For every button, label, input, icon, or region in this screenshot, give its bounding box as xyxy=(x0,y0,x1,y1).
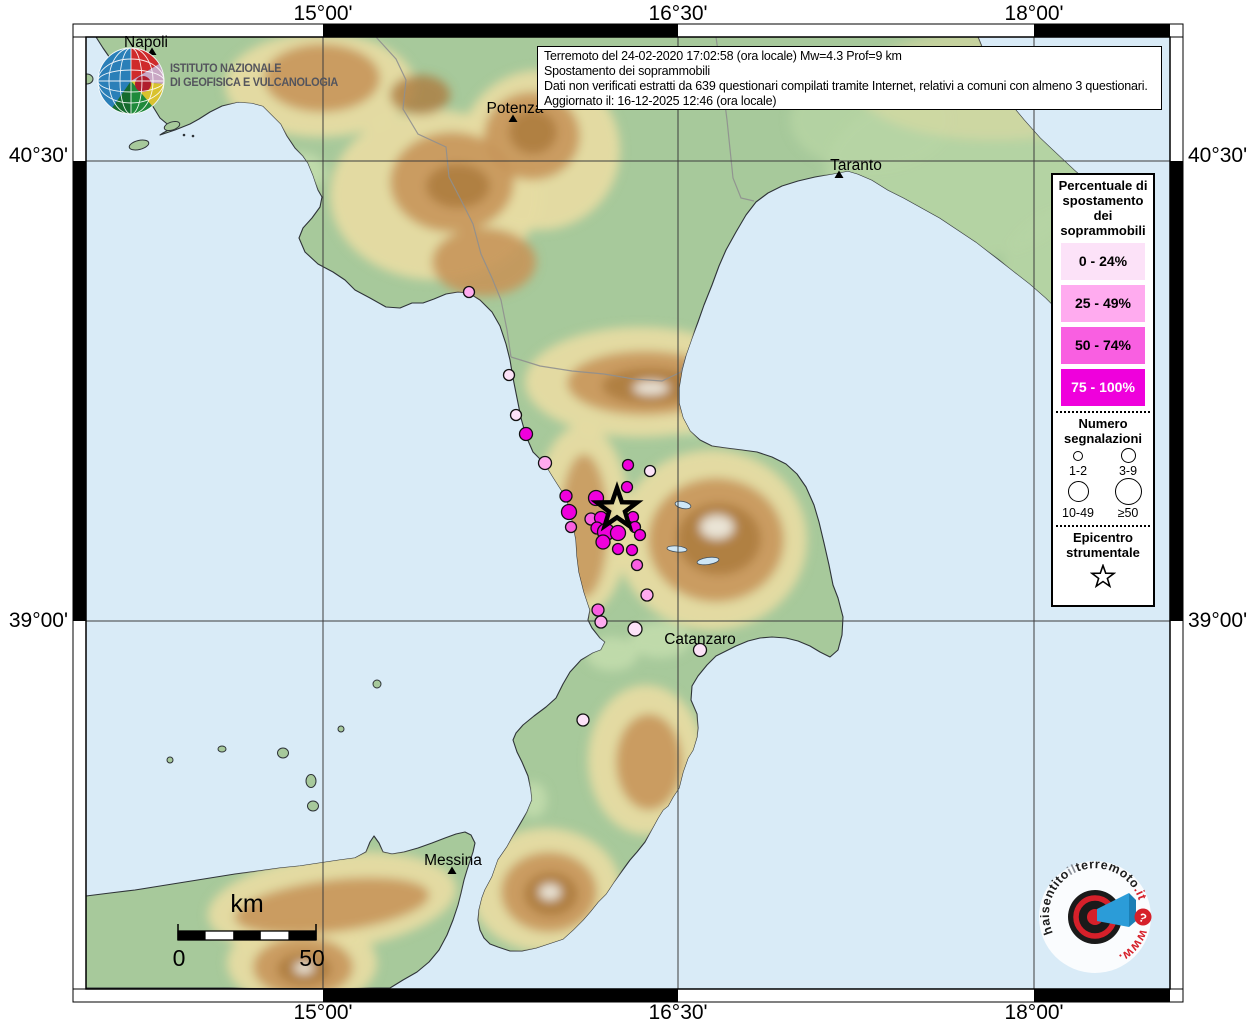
lon-label-top-15: 15°00' xyxy=(293,2,352,26)
ingv-wordmark: ISTITUTO NAZIONALE DI GEOFISICA E VULCAN… xyxy=(170,63,338,90)
event-data-note: Dati non verificati estratti da 639 ques… xyxy=(544,79,1155,94)
legend-divider xyxy=(1056,411,1150,413)
haisentito-logo: haisentitoilterremoto.it www. ? xyxy=(1038,857,1152,973)
event-updated-at: Aggiornato il: 16-12-2025 12:46 (ora loc… xyxy=(544,94,1155,109)
felt-report-dot xyxy=(520,428,533,441)
felt-report-dot xyxy=(611,526,626,541)
felt-report-dot xyxy=(511,410,522,421)
felt-report-dot xyxy=(627,545,638,556)
felt-report-dot xyxy=(577,714,589,726)
signal-size-icon-10-49 xyxy=(1068,481,1089,502)
signal-size-label-3-9: 3-9 xyxy=(1119,464,1137,478)
scalebar-end: 50 xyxy=(299,945,325,972)
legend-swatch-0-24: 0 - 24% xyxy=(1061,243,1145,280)
legend-swatch-75-100: 75 - 100% xyxy=(1061,369,1145,406)
island-stromboli xyxy=(373,680,381,688)
felt-report-dot xyxy=(595,616,607,628)
felt-report-dot xyxy=(560,490,572,502)
haisentito-map-figure: haisentitoilterremoto.it www. ? xyxy=(0,0,1255,1024)
ingv-name-line2: DI GEOFISICA E VULCANOLOGIA xyxy=(170,77,338,91)
city-label-messina: Messina xyxy=(424,852,482,870)
legend-title: Percentuale di spostamento dei soprammob… xyxy=(1053,178,1153,238)
felt-report-dot xyxy=(562,505,577,520)
lon-label-top-1630: 16°30' xyxy=(648,2,707,26)
map-canvas: haisentitoilterremoto.it www. ? xyxy=(81,30,1170,1008)
felt-report-dot xyxy=(623,460,634,471)
signal-size-icon-50plus xyxy=(1115,478,1142,505)
event-title-box: Terremoto del 24-02-2020 17:02:58 (ora l… xyxy=(537,46,1162,110)
lon-label-bottom-18: 18°00' xyxy=(1004,1001,1063,1024)
felt-report-dot xyxy=(566,522,577,533)
event-headline: Terremoto del 24-02-2020 17:02:58 (ora l… xyxy=(544,49,1155,64)
scalebar-unit: km xyxy=(230,890,263,919)
felt-report-dot xyxy=(504,370,515,381)
lat-label-left-4030: 40°30' xyxy=(9,144,68,168)
felt-report-dot xyxy=(645,466,656,477)
felt-report-dot xyxy=(641,589,653,601)
lat-label-right-4030: 40°30' xyxy=(1188,144,1247,168)
signal-size-label-50plus: ≥50 xyxy=(1118,506,1139,520)
city-label-taranto: Taranto xyxy=(830,157,882,175)
city-label-catanzaro: Catanzaro xyxy=(664,631,736,649)
felt-report-dot xyxy=(539,457,552,470)
lon-label-bottom-15: 15°00' xyxy=(293,1001,352,1024)
felt-report-dot xyxy=(464,287,475,298)
felt-report-dot xyxy=(613,544,624,555)
ingv-name-line1: ISTITUTO NAZIONALE xyxy=(170,63,338,77)
signal-size-label-1-2: 1-2 xyxy=(1069,464,1087,478)
event-effect-type: Spostamento dei soprammobili xyxy=(544,64,1155,79)
lon-label-top-18: 18°00' xyxy=(1004,2,1063,26)
island-alicudi xyxy=(167,757,173,763)
island-filicudi xyxy=(218,746,226,752)
epicenter-star-icon xyxy=(1090,564,1116,588)
legend-swatch-50-74: 50 - 74% xyxy=(1061,327,1145,364)
felt-report-dot xyxy=(635,530,646,541)
felt-report-dot xyxy=(592,604,604,616)
legend-signals-title: Numero segnalazioni xyxy=(1053,416,1153,446)
island-panarea xyxy=(338,726,344,732)
island-lipari xyxy=(306,775,316,788)
signal-size-label-10-49: 10-49 xyxy=(1062,506,1094,520)
island-vulcano xyxy=(308,801,319,811)
legend-epicenter-title: Epicentro strumentale xyxy=(1053,530,1153,560)
felt-report-dot xyxy=(596,535,610,549)
signal-size-icon-3-9 xyxy=(1121,448,1136,463)
lat-label-right-39: 39°00' xyxy=(1188,609,1247,633)
legend-swatch-25-49: 25 - 49% xyxy=(1061,285,1145,322)
felt-report-dot xyxy=(622,482,633,493)
felt-report-dot xyxy=(628,622,642,636)
lon-label-bottom-1630: 16°30' xyxy=(648,1001,707,1024)
felt-report-dot xyxy=(632,560,643,571)
signal-size-icon-1-2 xyxy=(1073,451,1083,461)
legend-divider xyxy=(1056,525,1150,527)
scalebar-start: 0 xyxy=(173,945,186,972)
ingv-logo xyxy=(98,48,164,114)
city-label-potenza: Potenza xyxy=(487,100,544,118)
city-label-napoli: Napoli xyxy=(124,34,168,52)
lat-label-left-39: 39°00' xyxy=(9,609,68,633)
island-salina xyxy=(278,748,289,758)
legend-box: Percentuale di spostamento dei soprammob… xyxy=(1051,173,1155,607)
